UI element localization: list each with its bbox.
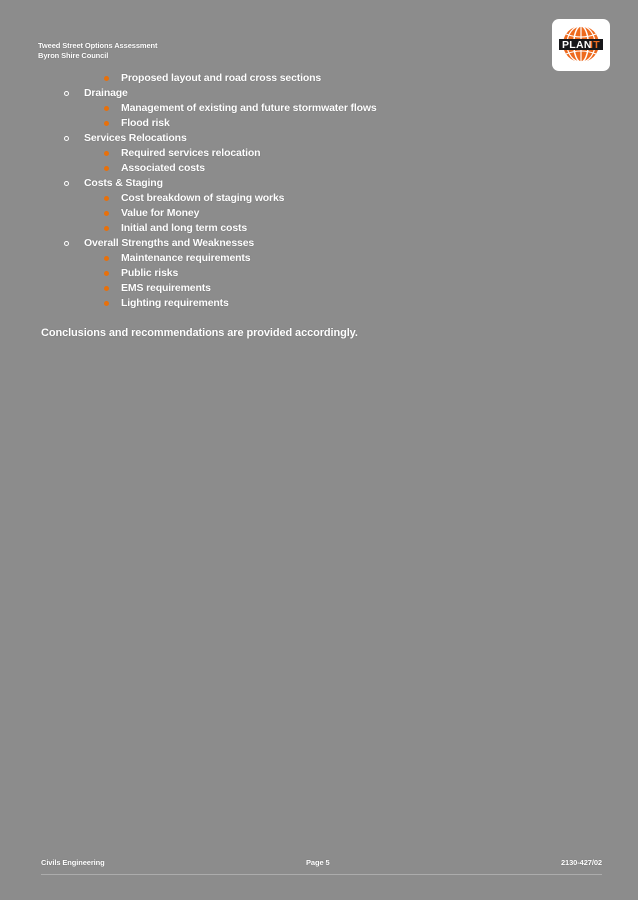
orange-bullet-icon: [104, 76, 109, 81]
svg-text:PLAN: PLAN: [562, 39, 592, 51]
logo-wordmark: PLAN IT: [559, 39, 603, 51]
list-item-label: Required services relocation: [121, 147, 261, 159]
list-item: Drainage: [0, 86, 638, 101]
page-header: Tweed Street Options Assessment Byron Sh…: [38, 41, 158, 60]
list-item-label: Overall Strengths and Weaknesses: [84, 237, 255, 249]
list-item: Initial and long term costs: [0, 221, 638, 236]
list-item: Proposed layout and road cross sections: [0, 71, 638, 86]
svg-text:IT: IT: [590, 39, 600, 51]
list-item-label: EMS requirements: [121, 282, 211, 294]
orange-bullet-icon: [104, 151, 109, 156]
orange-bullet-icon: [104, 301, 109, 306]
footer-reference: 2130-427/02: [560, 858, 602, 867]
list-item-label: Public risks: [121, 267, 179, 279]
header-title-line-1: Tweed Street Options Assessment: [38, 41, 158, 50]
orange-bullet-icon: [104, 256, 109, 261]
header-title-line-2: Byron Shire Council: [38, 50, 109, 60]
page-footer: Civils Engineering Page 5 2130-427/02: [0, 858, 638, 878]
orange-bullet-icon: [104, 106, 109, 111]
orange-bullet-icon: [104, 196, 109, 201]
orange-bullet-icon: [104, 121, 109, 126]
list-item-label: Flood risk: [121, 117, 170, 129]
hollow-bullet-icon: [64, 136, 69, 141]
list-item-label: Maintenance requirements: [121, 252, 251, 264]
list-item-label: Drainage: [84, 87, 128, 99]
list-item-label: Proposed layout and road cross sections: [121, 72, 322, 84]
document-page: Tweed Street Options Assessment Byron Sh…: [0, 0, 638, 900]
orange-bullet-icon: [104, 166, 109, 171]
list-item-label: Initial and long term costs: [121, 222, 248, 234]
list-item-label: Costs & Staging: [84, 177, 163, 189]
footer-divider: [41, 874, 602, 875]
orange-bullet-icon: [104, 211, 109, 216]
list-item: Flood risk: [0, 116, 638, 131]
list-item: Value for Money: [0, 206, 638, 221]
closing-paragraph: Conclusions and recommendations are prov…: [41, 327, 358, 339]
list-item: Cost breakdown of staging works: [0, 191, 638, 206]
list-item: EMS requirements: [0, 281, 638, 296]
list-item: Costs & Staging: [0, 176, 638, 191]
footer-department: Civils Engineering: [41, 858, 105, 867]
orange-bullet-icon: [104, 271, 109, 276]
hollow-bullet-icon: [64, 241, 69, 246]
list-item: Management of existing and future stormw…: [0, 101, 638, 116]
footer-page-number: Page 5: [306, 858, 330, 867]
orange-bullet-icon: [104, 226, 109, 231]
list-item-label: Cost breakdown of staging works: [121, 192, 285, 204]
list-item: Maintenance requirements: [0, 251, 638, 266]
list-item-label: Lighting requirements: [121, 297, 229, 309]
list-item-label: Services Relocations: [84, 132, 187, 144]
list-item: Required services relocation: [0, 146, 638, 161]
orange-bullet-icon: [104, 286, 109, 291]
planit-logo: PLAN IT: [552, 19, 610, 71]
list-item: Services Relocations: [0, 131, 638, 146]
list-item: Associated costs: [0, 161, 638, 176]
list-item: Public risks: [0, 266, 638, 281]
list-item-label: Management of existing and future stormw…: [121, 102, 377, 114]
list-item-label: Associated costs: [121, 162, 205, 174]
hollow-bullet-icon: [64, 181, 69, 186]
list-item: Lighting requirements: [0, 296, 638, 311]
hollow-bullet-icon: [64, 91, 69, 96]
list-item-label: Value for Money: [121, 207, 200, 219]
outline-list: Proposed layout and road cross sections D…: [0, 71, 638, 311]
list-item: Overall Strengths and Weaknesses: [0, 236, 638, 251]
